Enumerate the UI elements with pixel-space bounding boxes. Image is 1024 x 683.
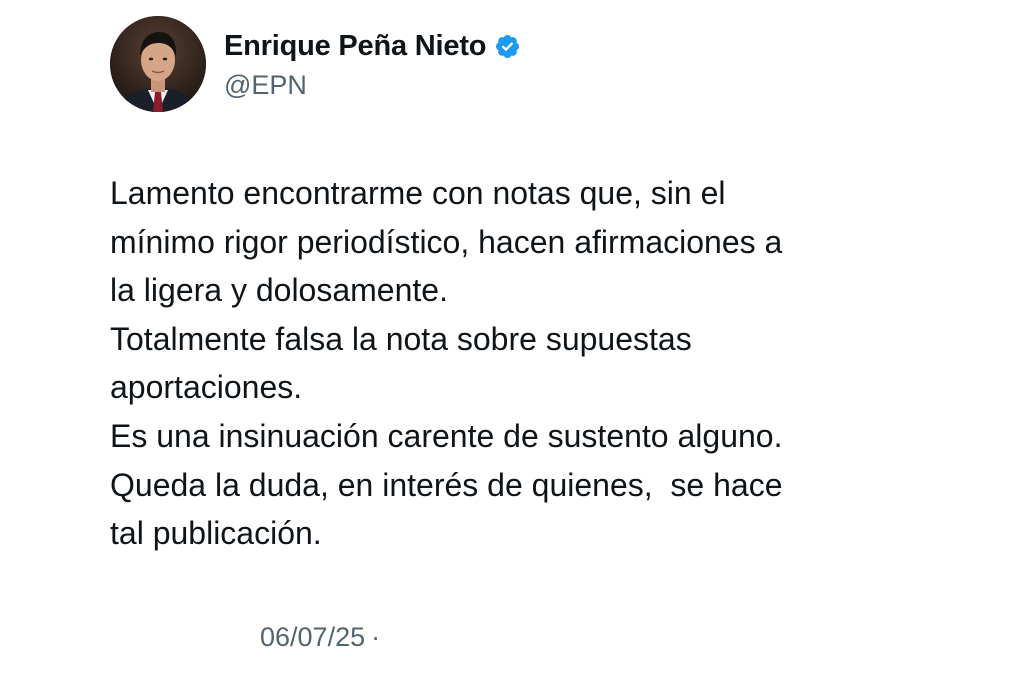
tweet-text-line: la ligera y dolosamente. <box>110 272 448 309</box>
tweet-text-line: Lamento encontrarme con notas que, sin e… <box>110 175 726 211</box>
tweet-text-line: aportaciones. <box>110 369 303 406</box>
display-name[interactable]: Enrique Peña Nieto <box>224 30 486 63</box>
user-handle[interactable]: @EPN <box>224 70 307 101</box>
tweet-text-line: mínimo rigor periodístico, hacen afirmac… <box>110 223 783 260</box>
meta-separator: · <box>371 622 381 652</box>
tweet-meta: 06/07/25 · <box>260 622 380 653</box>
author-name-row: Enrique Peña Nieto <box>224 28 521 64</box>
verified-badge-icon <box>494 33 521 60</box>
tweet-text-line: Queda la duda, en interés de quienes, se… <box>110 466 783 503</box>
tweet-text-line: tal publicación. <box>110 515 322 552</box>
tweet-text-line: Totalmente falsa la nota sobre supuestas <box>110 320 692 357</box>
tweet-text-line: Es una insinuación carente de sustento a… <box>110 417 783 454</box>
tweet-text: Lamento encontrarme con notas que, sin e… <box>110 169 970 558</box>
avatar[interactable] <box>110 16 206 112</box>
tweet-date[interactable]: 06/07/25 <box>260 622 365 652</box>
tweet-card: Enrique Peña Nieto @EPN Lamento encontra… <box>0 0 1024 683</box>
avatar-photo <box>110 16 206 112</box>
